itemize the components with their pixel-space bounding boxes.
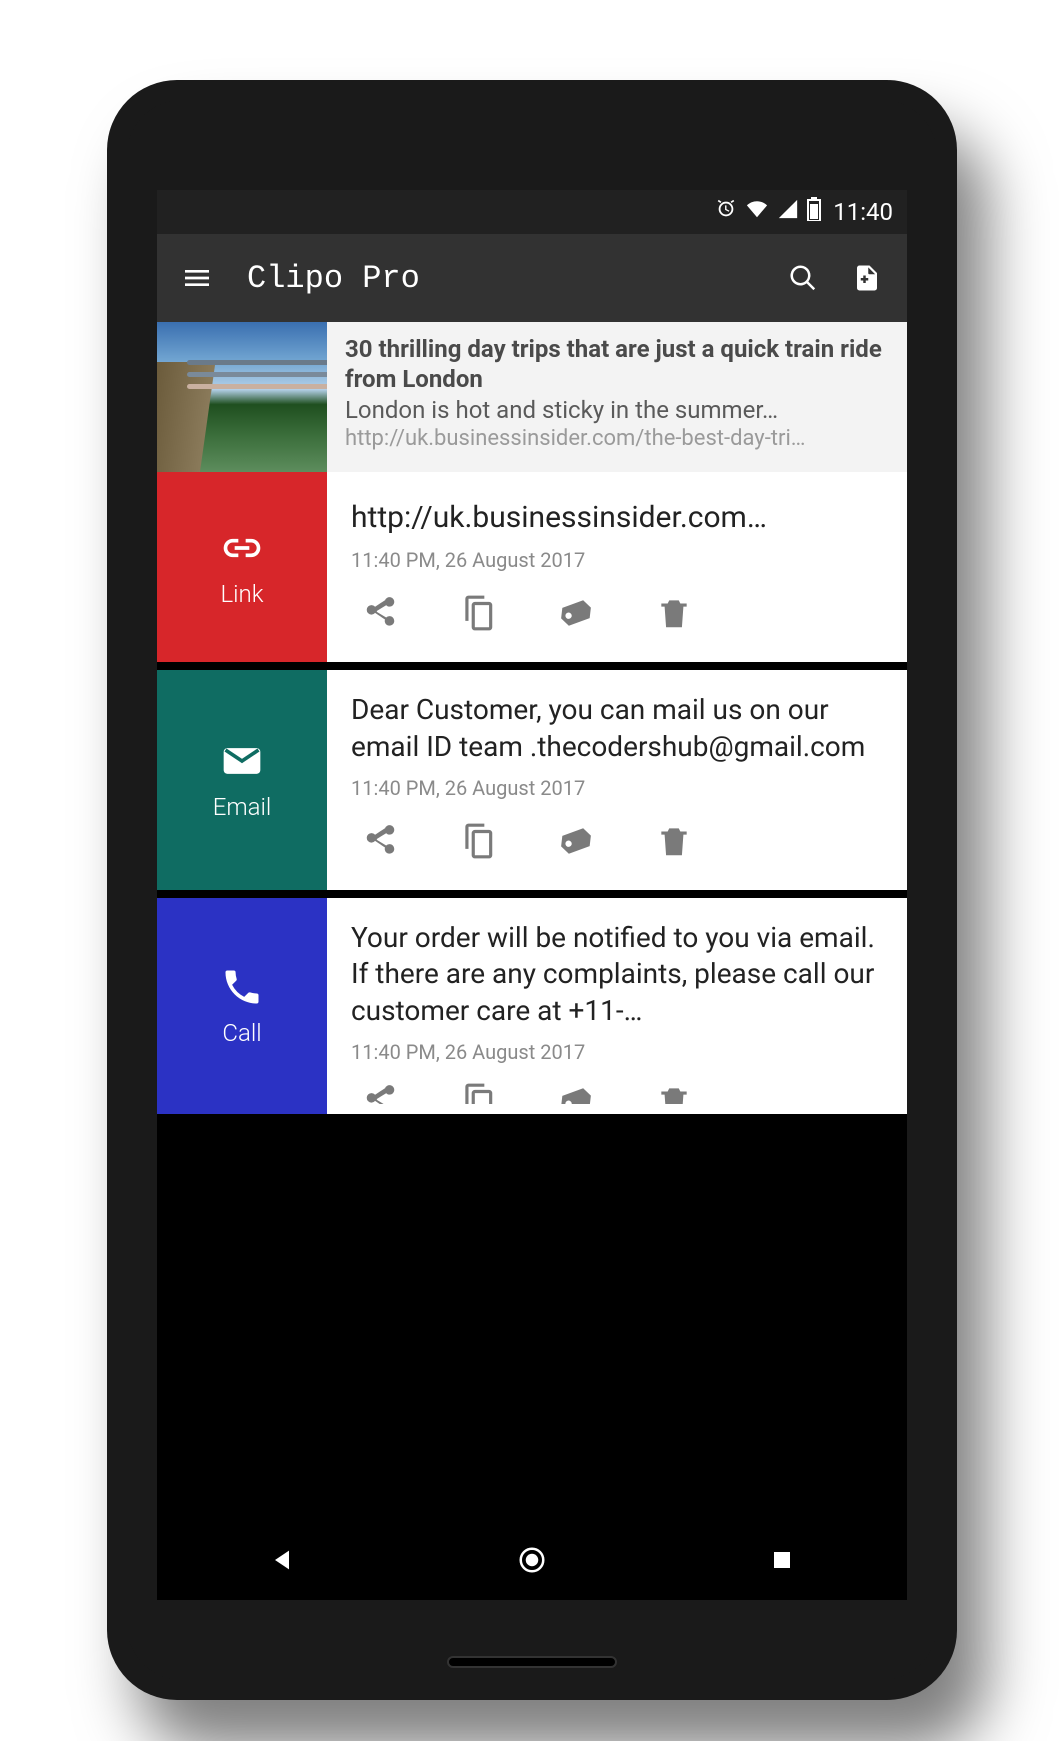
link-preview-description: London is hot and sticky in the summer… — [345, 396, 889, 424]
clip-tag-call: Call — [157, 898, 327, 1115]
phone-icon — [220, 965, 264, 1009]
clip-timestamp: 11:40 PM, 26 August 2017 — [351, 776, 883, 800]
wifi-icon — [745, 198, 769, 226]
clip-content: Dear Customer, you can mail us on our em… — [351, 692, 883, 766]
clip-tag-email: Email — [157, 670, 327, 890]
share-button[interactable] — [361, 1082, 399, 1104]
email-icon — [220, 739, 264, 783]
clip-item-link[interactable]: Link http://uk.businessinsider.com… 11:4… — [157, 472, 907, 662]
share-button[interactable] — [361, 822, 399, 860]
app-bar: Clipo Pro — [157, 234, 907, 322]
status-time: 11:40 — [833, 198, 893, 226]
add-note-button[interactable] — [847, 258, 887, 298]
android-nav-bar — [157, 1520, 907, 1600]
share-button[interactable] — [361, 594, 399, 632]
link-preview-title: 30 thrilling day trips that are just a q… — [345, 334, 889, 394]
cell-signal-icon — [777, 198, 799, 226]
link-icon — [220, 526, 264, 570]
alarm-icon — [715, 198, 737, 226]
delete-button[interactable] — [655, 1082, 693, 1104]
clip-tag-link: Link — [157, 472, 327, 662]
clip-content: Your order will be notified to you via e… — [351, 920, 883, 1031]
copy-button[interactable] — [459, 822, 497, 860]
delete-button[interactable] — [655, 822, 693, 860]
copy-button[interactable] — [459, 1082, 497, 1104]
nav-back-button[interactable] — [262, 1540, 302, 1580]
link-preview-thumbnail — [157, 322, 327, 472]
phone-frame: 11:40 Clipo Pro — [107, 80, 957, 1700]
clip-tag-label: Link — [220, 580, 263, 608]
nav-recents-button[interactable] — [762, 1540, 802, 1580]
menu-button[interactable] — [177, 258, 217, 298]
copy-button[interactable] — [459, 594, 497, 632]
nav-home-button[interactable] — [512, 1540, 552, 1580]
clip-timestamp: 11:40 PM, 26 August 2017 — [351, 548, 883, 572]
clip-content: http://uk.businessinsider.com… — [351, 498, 883, 538]
tag-button[interactable] — [557, 594, 595, 632]
tag-button[interactable] — [557, 822, 595, 860]
app-title: Clipo Pro — [247, 260, 759, 297]
screen: 11:40 Clipo Pro — [157, 190, 907, 1600]
battery-icon — [807, 197, 821, 227]
clip-timestamp: 11:40 PM, 26 August 2017 — [351, 1040, 883, 1064]
delete-button[interactable] — [655, 594, 693, 632]
clip-item-call[interactable]: Call Your order will be notified to you … — [157, 898, 907, 1115]
tag-button[interactable] — [557, 1082, 595, 1104]
link-preview-url: http://uk.businessinsider.com/the-best-d… — [345, 426, 889, 451]
link-preview-card[interactable]: 30 thrilling day trips that are just a q… — [157, 322, 907, 472]
clip-tag-label: Email — [213, 793, 272, 821]
clip-item-email[interactable]: Email Dear Customer, you can mail us on … — [157, 670, 907, 890]
search-button[interactable] — [783, 258, 823, 298]
clip-list[interactable]: 30 thrilling day trips that are just a q… — [157, 322, 907, 1114]
clip-tag-label: Call — [222, 1019, 261, 1047]
status-bar: 11:40 — [157, 190, 907, 234]
phone-home-indicator — [447, 1656, 617, 1668]
